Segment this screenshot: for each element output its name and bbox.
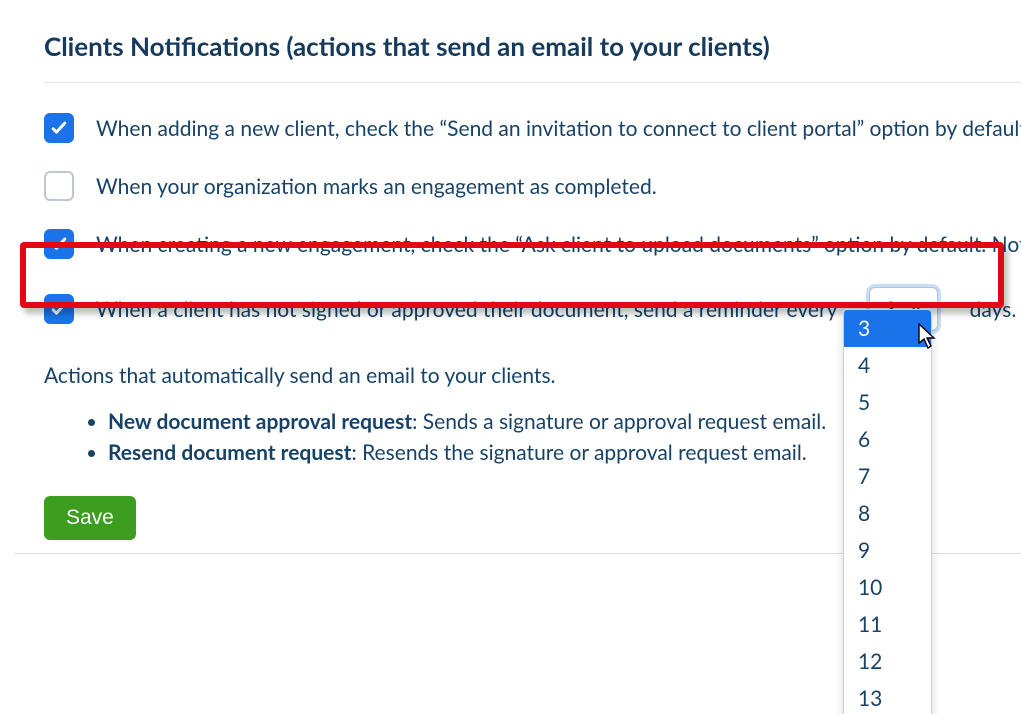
dropdown-option[interactable]: 4 bbox=[844, 347, 931, 384]
dropdown-option[interactable]: 10 bbox=[844, 569, 931, 606]
dropdown-option[interactable]: 8 bbox=[844, 495, 931, 532]
option-label-before: When a client has not signed or approved… bbox=[96, 297, 837, 322]
option-label-after: days. bbox=[970, 297, 1017, 322]
option-label: When adding a new client, check the “Sen… bbox=[96, 116, 1021, 141]
checkbox-engagement-complete[interactable] bbox=[44, 171, 74, 201]
option-row-ask-upload: When creating a new engagement, check th… bbox=[44, 215, 1021, 273]
dropdown-option[interactable]: 5 bbox=[844, 384, 931, 421]
dropdown-option[interactable]: 6 bbox=[844, 421, 931, 458]
bullet-bold: Resend document request bbox=[108, 440, 351, 465]
dropdown-option[interactable]: 9 bbox=[844, 532, 931, 569]
option-label: When your organization marks an engageme… bbox=[96, 174, 657, 199]
checkbox-ask-upload[interactable] bbox=[44, 229, 74, 259]
bullet-rest: : Sends a signature or approval request … bbox=[412, 409, 826, 434]
checkbox-invite-default[interactable] bbox=[44, 113, 74, 143]
save-button[interactable]: Save bbox=[44, 496, 136, 540]
option-row-invite-default: When adding a new client, check the “Sen… bbox=[44, 99, 1021, 157]
checkbox-reminder[interactable] bbox=[44, 294, 74, 324]
bullet-bold: New document approval request bbox=[108, 409, 412, 434]
reminder-days-dropdown[interactable]: 345678910111213 bbox=[843, 309, 932, 714]
section-title: Clients Notifications (actions that send… bbox=[44, 30, 1021, 83]
option-label: When creating a new engagement, check th… bbox=[96, 232, 1021, 257]
dropdown-option[interactable]: 7 bbox=[844, 458, 931, 495]
dropdown-option[interactable]: 3 bbox=[844, 310, 931, 347]
option-row-engagement-complete: When your organization marks an engageme… bbox=[44, 157, 1021, 215]
dropdown-option[interactable]: 11 bbox=[844, 606, 931, 643]
dropdown-option[interactable]: 13 bbox=[844, 680, 931, 714]
dropdown-option[interactable]: 12 bbox=[844, 643, 931, 680]
bullet-rest: : Resends the signature or approval requ… bbox=[351, 440, 806, 465]
